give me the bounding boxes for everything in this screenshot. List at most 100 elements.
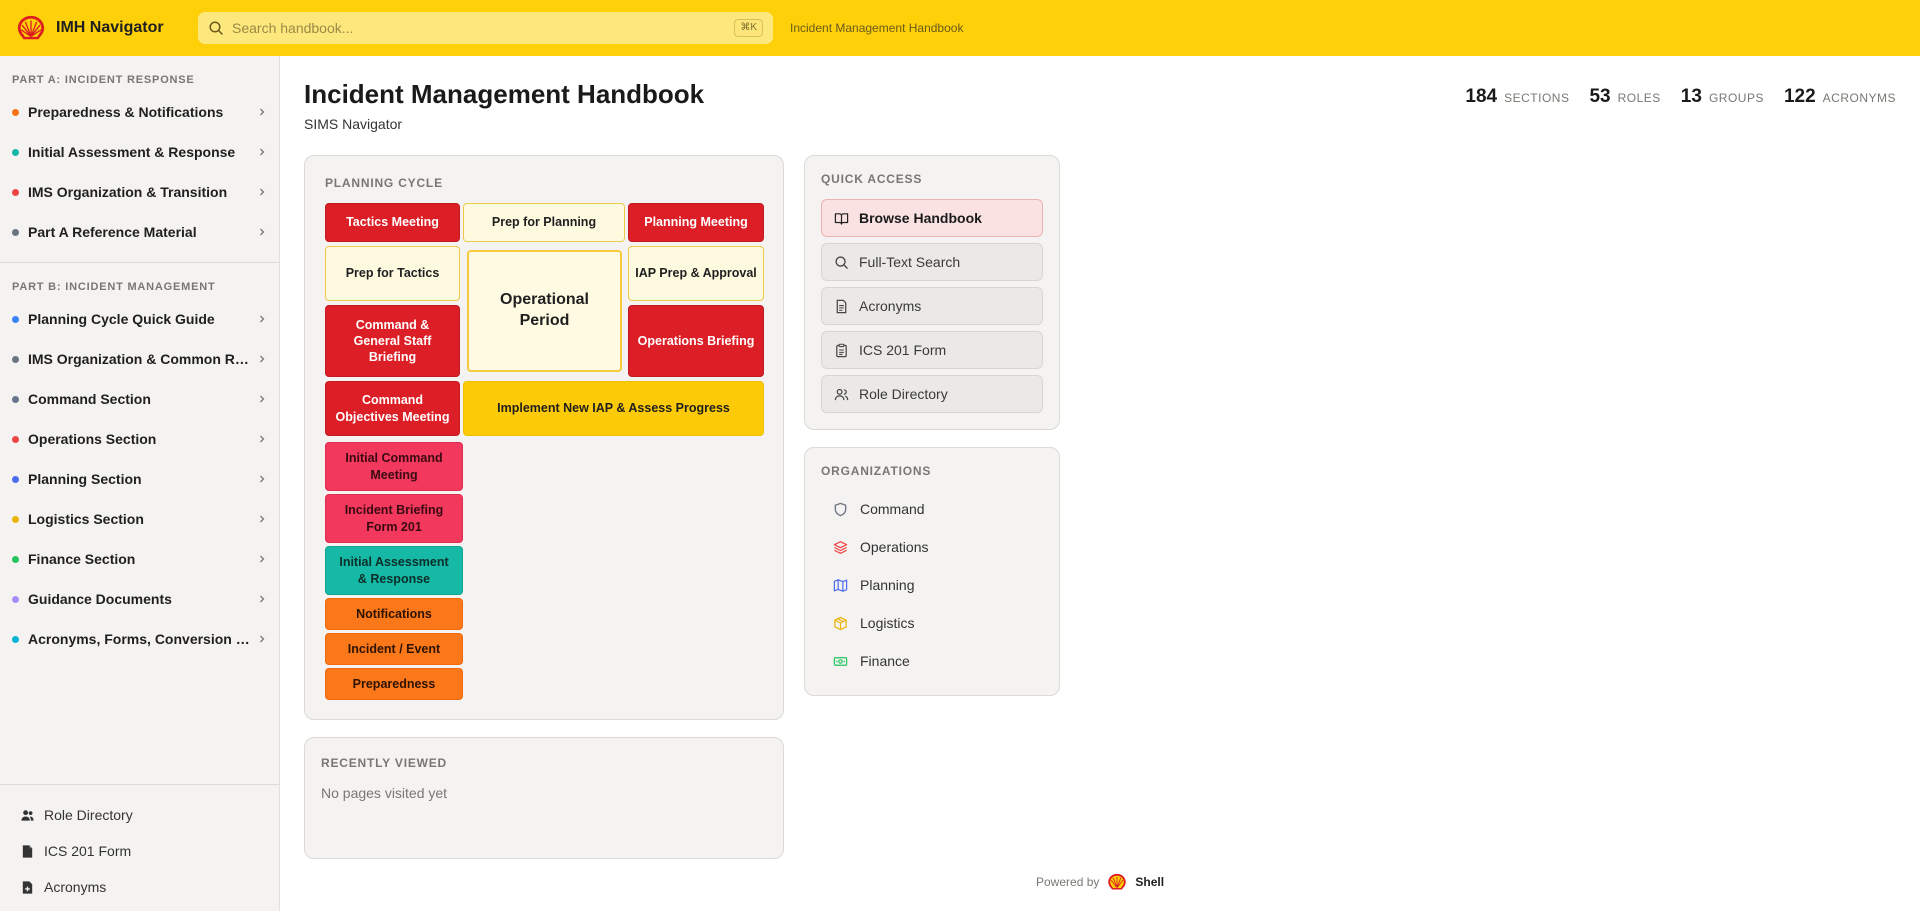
search-bar[interactable]: ⌘K	[198, 12, 773, 44]
sidebar-link-label: Role Directory	[44, 807, 133, 823]
organizations-card: ORGANIZATIONS Command Operations Plannin…	[804, 447, 1060, 696]
step-initial-assessment-response[interactable]: Initial Assessment & Response	[325, 546, 463, 595]
org-item-command[interactable]: Command	[821, 494, 1043, 524]
step-iap-prep-approval[interactable]: IAP Prep & Approval	[628, 246, 764, 301]
section-color-dot	[12, 148, 19, 156]
step-incident-briefing-form-201[interactable]: Incident Briefing Form 201	[325, 494, 463, 543]
breadcrumb[interactable]: Incident Management Handbook	[790, 21, 963, 35]
package-icon	[834, 616, 847, 630]
sidebar-item-planning-cycle-guide[interactable]: Planning Cycle Quick Guide	[0, 299, 279, 339]
sidebar-item-finance-section[interactable]: Finance Section	[0, 539, 279, 579]
sidebar-link-ics-201-form[interactable]: ICS 201 Form	[0, 833, 279, 869]
sidebar-link-acronyms[interactable]: Acronyms	[0, 869, 279, 905]
stat-groups: 13 GROUPS	[1681, 86, 1764, 108]
step-notifications[interactable]: Notifications	[325, 598, 463, 630]
sidebar-item-label: Planning Cycle Quick Guide	[28, 311, 215, 327]
section-color-dot	[12, 515, 19, 523]
sidebar-item-preparedness-notifications[interactable]: Preparedness & Notifications	[0, 92, 279, 132]
sidebar-link-label: ICS 201 Form	[44, 843, 132, 859]
full-text-search-button[interactable]: Full-Text Search	[821, 243, 1043, 281]
step-initial-command-meeting[interactable]: Initial Command Meeting	[325, 442, 463, 491]
sidebar-item-label: Initial Assessment & Response	[28, 144, 236, 160]
chevron-right-icon	[260, 635, 265, 643]
chevron-right-icon	[260, 555, 265, 563]
acronyms-button[interactable]: Acronyms	[821, 287, 1043, 325]
org-item-label: Finance	[860, 653, 910, 669]
chevron-right-icon	[260, 355, 265, 363]
operational-period-center[interactable]: Operational Period	[467, 250, 622, 372]
sidebar-item-guidance-documents[interactable]: Guidance Documents	[0, 579, 279, 619]
recently-viewed-empty: No pages visited yet	[321, 785, 448, 801]
org-item-operations[interactable]: Operations	[821, 532, 1043, 562]
button-label: Acronyms	[859, 298, 922, 314]
sidebar-item-planning-section[interactable]: Planning Section	[0, 459, 279, 499]
app-name: IMH Navigator	[56, 19, 164, 36]
top-bar: IMH Navigator ⌘K Incident Management Han…	[0, 0, 1920, 56]
sidebar-section-title-part-a: PART A: INCIDENT RESPONSE	[12, 74, 195, 86]
sidebar-item-label: IMS Organization & Common Re...	[28, 351, 250, 367]
chevron-right-icon	[260, 108, 265, 116]
section-color-dot	[12, 595, 19, 603]
step-planning-meeting[interactable]: Planning Meeting	[628, 203, 764, 242]
sidebar-item-ims-organization-transition[interactable]: IMS Organization & Transition	[0, 172, 279, 212]
page-title: Incident Management Handbook	[304, 79, 705, 109]
shell-logo	[17, 15, 45, 40]
sidebar: PART A: INCIDENT RESPONSE Preparedness &…	[0, 56, 280, 911]
browse-handbook-button[interactable]: Browse Handbook	[821, 199, 1043, 237]
section-color-dot	[12, 475, 19, 483]
step-incident-event[interactable]: Incident / Event	[325, 633, 463, 665]
search-icon	[209, 21, 223, 35]
sidebar-item-initial-assessment[interactable]: Initial Assessment & Response	[0, 132, 279, 172]
sidebar-item-label: Planning Section	[28, 471, 142, 487]
org-item-logistics[interactable]: Logistics	[821, 608, 1043, 638]
layers-icon	[833, 540, 848, 554]
step-preparedness[interactable]: Preparedness	[325, 668, 463, 700]
sidebar-divider	[0, 262, 279, 263]
sidebar-item-part-a-reference[interactable]: Part A Reference Material	[0, 212, 279, 252]
org-item-planning[interactable]: Planning	[821, 570, 1043, 600]
ics-201-form-button[interactable]: ICS 201 Form	[821, 331, 1043, 369]
step-prep-for-planning[interactable]: Prep for Planning	[463, 203, 625, 242]
stat-label: SECTIONS	[1504, 91, 1570, 105]
section-color-dot	[12, 188, 19, 196]
stat-value: 184	[1465, 86, 1498, 107]
sidebar-item-logistics-section[interactable]: Logistics Section	[0, 499, 279, 539]
step-command-objectives-meeting[interactable]: Command Objectives Meeting	[325, 381, 460, 436]
brand[interactable]: IMH Navigator	[16, 13, 182, 43]
sidebar-item-acronyms-forms[interactable]: Acronyms, Forms, Conversion Ta...	[0, 619, 279, 659]
role-directory-button[interactable]: Role Directory	[821, 375, 1043, 413]
org-item-label: Planning	[860, 577, 915, 593]
step-prep-for-tactics[interactable]: Prep for Tactics	[325, 246, 460, 301]
map-icon	[833, 578, 848, 592]
sidebar-section-title-part-b: PART B: INCIDENT MANAGEMENT	[12, 281, 216, 293]
step-implement-iap[interactable]: Implement New IAP & Assess Progress	[463, 381, 764, 436]
sidebar-item-command-section[interactable]: Command Section	[0, 379, 279, 419]
chevron-right-icon	[260, 595, 265, 603]
org-item-label: Logistics	[860, 615, 915, 631]
step-tactics-meeting[interactable]: Tactics Meeting	[325, 203, 460, 242]
section-color-dot	[12, 395, 19, 403]
banknote-icon	[833, 656, 848, 666]
step-command-general-staff-briefing[interactable]: Command & General Staff Briefing	[325, 305, 460, 377]
sidebar-item-label: Acronyms, Forms, Conversion Ta...	[28, 631, 250, 647]
chevron-right-icon	[260, 315, 265, 323]
section-color-dot	[12, 108, 19, 116]
sidebar-item-operations-section[interactable]: Operations Section	[0, 419, 279, 459]
step-operations-briefing[interactable]: Operations Briefing	[628, 305, 764, 377]
file-plus-icon	[22, 880, 33, 894]
sidebar-item-ims-organization-common[interactable]: IMS Organization & Common Re...	[0, 339, 279, 379]
users-icon	[21, 809, 34, 821]
stat-label: ACRONYMS	[1822, 91, 1896, 105]
stat-label: ROLES	[1617, 91, 1661, 105]
section-color-dot	[12, 355, 19, 363]
powered-by-text: Powered by	[1036, 875, 1100, 889]
sidebar-link-role-directory[interactable]: Role Directory	[0, 797, 279, 833]
button-label: Browse Handbook	[859, 210, 982, 226]
stat-acronyms: 122 ACRONYMS	[1784, 86, 1896, 108]
org-item-finance[interactable]: Finance	[821, 646, 1043, 676]
search-icon	[835, 255, 848, 269]
page-subtitle: SIMS Navigator	[304, 116, 403, 132]
chevron-right-icon	[260, 435, 265, 443]
search-input[interactable]	[232, 20, 712, 36]
recently-viewed-title: RECENTLY VIEWED	[321, 756, 448, 770]
